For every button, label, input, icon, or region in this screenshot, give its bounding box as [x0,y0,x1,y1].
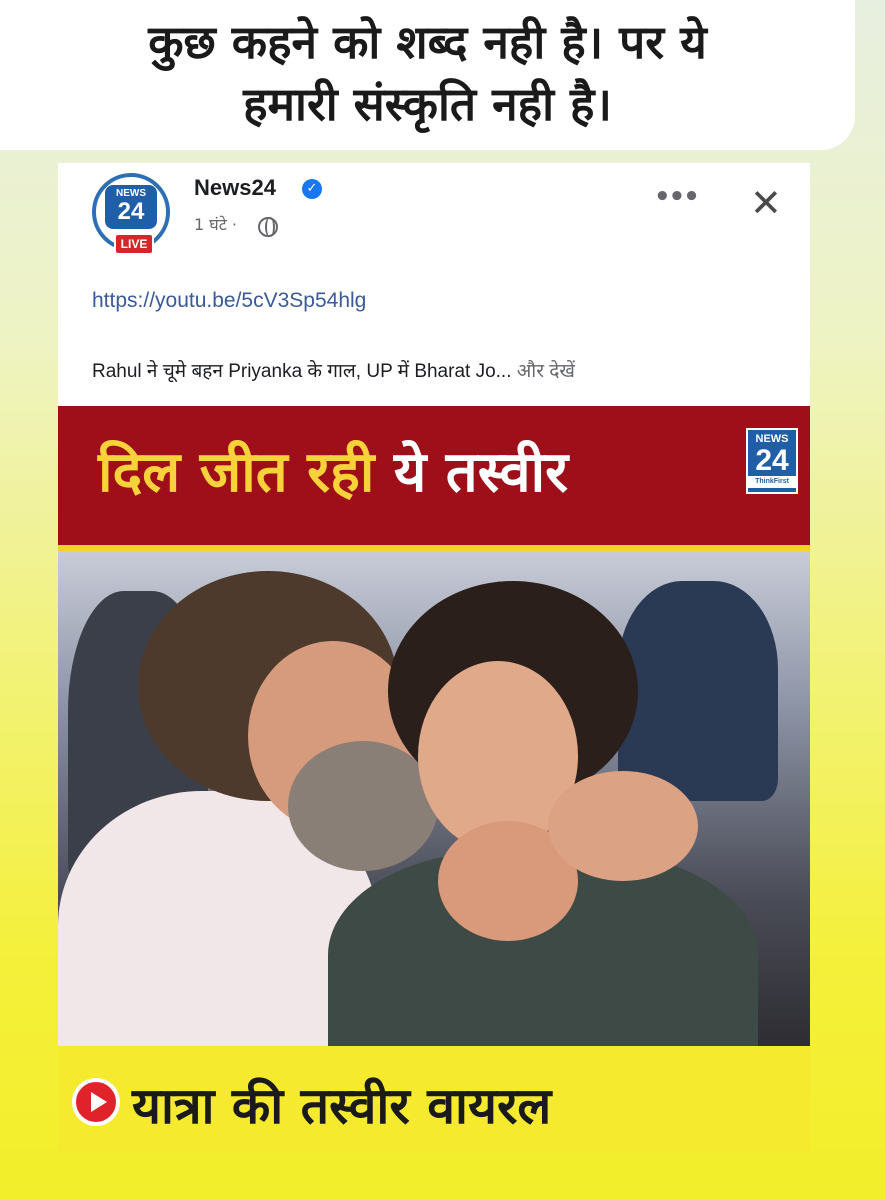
bottom-banner: यात्रा की तस्वीर वायरल [58,1046,810,1153]
video-thumbnail[interactable]: दिल जीत रही ये तस्वीर NEWS 24 ThinkFirst… [58,406,810,1153]
see-more-link[interactable]: और देखें [517,361,575,382]
post-timestamp[interactable]: 1 घंटे · [194,213,237,235]
photo-hand [548,771,698,881]
globe-icon [258,217,278,237]
news-photo [58,551,810,1046]
photo-background-figure [618,581,778,801]
headline-banner: दिल जीत रही ये तस्वीर NEWS 24 ThinkFirst [58,406,810,551]
page-avatar[interactable]: NEWS 24 LIVE [92,173,170,255]
logo-tagline: ThinkFirst [748,476,796,488]
headline-part-2: ये तस्वीर [393,440,569,505]
avatar-number-text: 24 [117,198,145,225]
caption-box: कुछ कहने को शब्द नही है। पर ये हमारी संस… [0,0,855,150]
caption-line-1: कुछ कहने को शब्द नही है। पर ये [148,15,707,69]
live-badge: LIVE [114,233,154,255]
post-link[interactable]: https://youtu.be/5cV3Sp54hlg [92,289,366,313]
verified-badge-icon: ✓ [302,179,322,199]
caption-line-2: हमारी संस्कृति नही है। [243,77,612,131]
news24-logo-icon: NEWS 24 [105,185,157,229]
more-options-icon[interactable]: ••• [654,184,700,210]
headline-text: दिल जीत रही ये तस्वीर [98,432,568,508]
close-icon[interactable]: ✕ [750,183,782,223]
page-name-link[interactable]: News24 [194,175,276,201]
post-text: Rahul ने चूमे बहन Priyanka के गाल, UP मे… [92,357,575,383]
facebook-post-card: NEWS 24 LIVE News24 ✓ 1 घंटे · ••• ✕ htt… [58,163,810,1153]
logo-number-text: 24 [755,444,789,477]
post-text-body: Rahul ने चूमे बहन Priyanka के गाल, UP मे… [92,361,512,382]
news24-thumbnail-logo-icon: NEWS 24 ThinkFirst [746,428,798,494]
bottom-banner-text: यात्रा की तस्वीर वायरल [132,1077,552,1135]
play-icon[interactable] [72,1078,120,1126]
headline-part-1: दिल जीत रही [98,440,394,505]
